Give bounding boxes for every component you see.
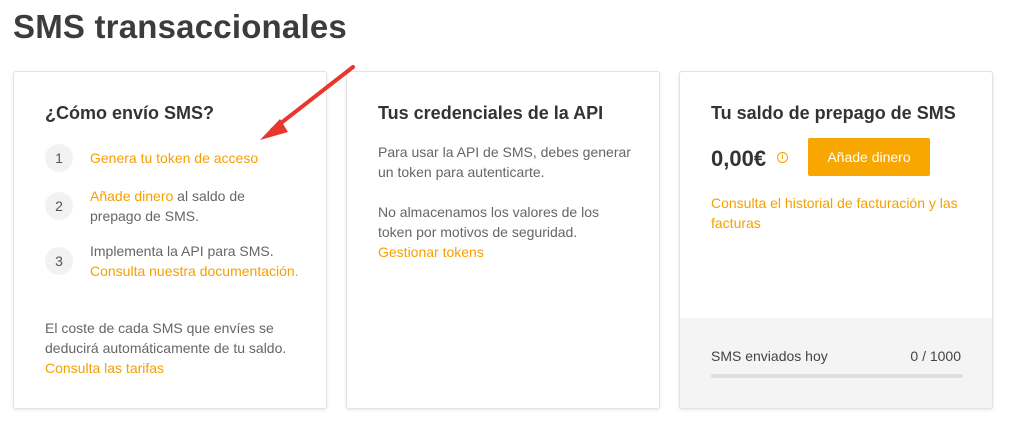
add-money-button[interactable]: Añade dinero	[808, 138, 930, 176]
security-note: No almacenamos los valores de los token …	[378, 202, 618, 262]
prepaid-balance-card: Tu saldo de prepago de SMS 0,00€ i Añade…	[679, 71, 993, 409]
info-icon[interactable]: i	[777, 152, 788, 163]
manage-tokens-link[interactable]: Gestionar tokens	[378, 244, 484, 260]
security-note-text: No almacenamos los valores de los token …	[378, 204, 599, 240]
step-number: 1	[45, 144, 73, 172]
page-title: SMS transaccionales	[13, 8, 347, 45]
how-to-title: ¿Cómo envío SMS?	[45, 103, 215, 123]
sms-sent-count: 0 / 1000	[910, 348, 961, 364]
page: SMS transaccionales ¿Cómo envío SMS? 1 G…	[0, 0, 1013, 428]
step-3: 3 Implementa la API para SMS. Consulta n…	[45, 241, 300, 281]
credentials-title: Tus credenciales de la API	[378, 103, 604, 123]
cost-text: El coste de cada SMS que envíes se deduc…	[45, 318, 300, 378]
step-2: 2 Añade dinero al saldo de prepago de SM…	[45, 186, 300, 226]
credentials-description: Para usar la API de SMS, debes generar u…	[378, 144, 631, 180]
add-money-link[interactable]: Añade dinero	[90, 188, 173, 204]
step-text: Implementa la API para SMS. Consulta nue…	[90, 241, 300, 281]
sms-usage-footer: SMS enviados hoy 0 / 1000	[680, 318, 992, 408]
documentation-link[interactable]: Consulta nuestra documentación.	[90, 263, 299, 279]
sms-usage-progress-bar	[711, 374, 963, 378]
billing-history-link[interactable]: Consulta el historial de facturación y l…	[711, 193, 971, 233]
step-3-text: Implementa la API para SMS.	[90, 243, 274, 259]
step-text: Añade dinero al saldo de prepago de SMS.	[90, 186, 300, 226]
step-number: 2	[45, 192, 73, 220]
sms-sent-label: SMS enviados hoy	[711, 348, 828, 364]
rates-link[interactable]: Consulta las tarifas	[45, 360, 164, 376]
annotation-arrow-icon	[260, 65, 355, 140]
cost-description: El coste de cada SMS que envíes se deduc…	[45, 320, 287, 356]
generate-token-link[interactable]: Genera tu token de acceso	[90, 150, 258, 166]
step-number: 3	[45, 247, 73, 275]
balance-amount: 0,00€	[711, 146, 767, 171]
api-credentials-card: Tus credenciales de la API Para usar la …	[346, 71, 660, 409]
balance-title: Tu saldo de prepago de SMS	[711, 103, 956, 123]
